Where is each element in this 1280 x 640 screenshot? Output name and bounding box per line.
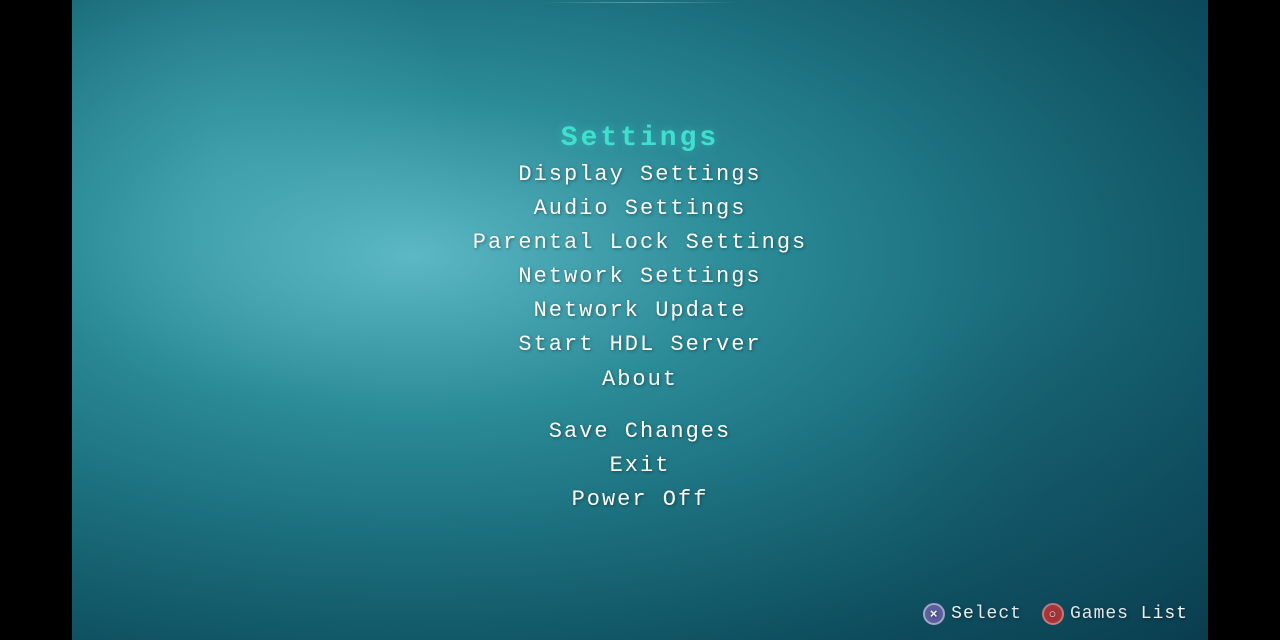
circle-button-icon: ○ bbox=[1042, 603, 1064, 625]
menu-bottom-items-group: Save Changes Exit Power Off bbox=[549, 415, 731, 517]
menu-item-about[interactable]: About bbox=[473, 363, 807, 397]
menu-item-start-hdl-server[interactable]: Start HDL Server bbox=[473, 329, 807, 363]
bottom-controls-bar: × Select ○ Games List bbox=[923, 603, 1188, 625]
menu-item-power-off[interactable]: Power Off bbox=[549, 483, 731, 517]
menu-item-exit[interactable]: Exit bbox=[549, 449, 731, 483]
menu-item-display-settings[interactable]: Display Settings bbox=[473, 158, 807, 192]
menu-item-audio-settings[interactable]: Audio Settings bbox=[473, 192, 807, 226]
x-button-icon: × bbox=[923, 603, 945, 625]
menu-item-parental-lock-settings[interactable]: Parental Lock Settings bbox=[473, 226, 807, 260]
menu-item-save-changes[interactable]: Save Changes bbox=[549, 415, 731, 449]
menu-container: Settings Display Settings Audio Settings… bbox=[473, 123, 807, 517]
menu-items-group: Display Settings Audio Settings Parental… bbox=[473, 158, 807, 397]
menu-title: Settings bbox=[561, 123, 719, 154]
select-button[interactable]: × Select bbox=[923, 603, 1022, 625]
games-list-label: Games List bbox=[1070, 604, 1188, 624]
main-screen: Settings Display Settings Audio Settings… bbox=[72, 0, 1208, 640]
games-list-button[interactable]: ○ Games List bbox=[1042, 603, 1188, 625]
menu-item-network-update[interactable]: Network Update bbox=[473, 294, 807, 328]
select-label: Select bbox=[951, 604, 1022, 624]
menu-item-network-settings[interactable]: Network Settings bbox=[473, 260, 807, 294]
